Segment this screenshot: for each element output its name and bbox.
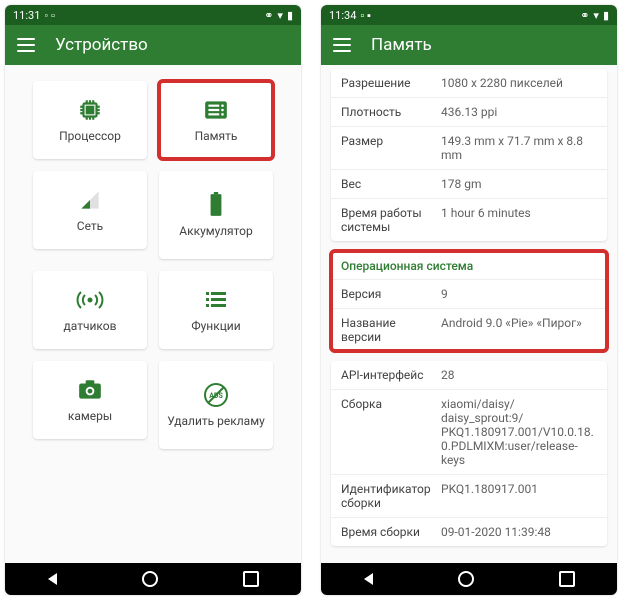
info-row: Сборкаxiaomi/daisy/ daisy_sprout:9/ PKQ1… (331, 389, 607, 474)
status-notif-icon: ▫ ▪ (360, 9, 371, 22)
menu-icon[interactable] (333, 38, 351, 52)
card-label: датчиков (60, 320, 121, 333)
nav-back-icon[interactable] (364, 573, 373, 585)
section-title: Операционная система (331, 251, 607, 279)
card-label: Сеть (73, 220, 107, 233)
card-noads[interactable]: ADS Удалить рекламу (159, 361, 273, 449)
nav-back-icon[interactable] (48, 573, 57, 585)
card-label: Аккумулятор (175, 225, 256, 238)
card-sensors[interactable]: датчиков (33, 271, 147, 349)
card-label: камеры (64, 410, 116, 423)
info-row: API-интерфейс 28 (331, 361, 607, 389)
content-area: Процессор Память Сеть Аккумулятор датчиков Фу… (5, 65, 301, 563)
os-extra-section: API-интерфейс 28 Сборкаxiaomi/daisy/ daisy… (331, 361, 607, 546)
row-key: API-интерфейс (341, 368, 433, 382)
card-functions[interactable]: Функции (159, 271, 273, 349)
memory-icon (202, 96, 230, 124)
status-time: 11:34 (329, 9, 356, 22)
nav-recent-icon[interactable] (243, 571, 259, 587)
svg-text:ADS: ADS (209, 392, 223, 400)
info-row: Вес 178 gm (331, 169, 607, 198)
list-icon (202, 286, 230, 314)
camera-icon (76, 376, 104, 404)
card-cpu[interactable]: Процессор (33, 81, 147, 159)
page-title: Устройство (55, 35, 148, 55)
row-value: Android 9.0 «Pie» «Пирог» (441, 316, 597, 344)
card-memory[interactable]: Память (159, 81, 273, 159)
row-key: Время работы системы (341, 206, 433, 234)
status-bar: 11:31 ◦ ▫ ⚭ ▾ ▮ (5, 5, 301, 25)
battery-icon: ▮ (603, 9, 609, 22)
status-bar: 11:34 ▫ ▪ ⚭ ▾ ▮ (321, 5, 617, 25)
row-key: Время сборки (341, 525, 433, 539)
os-section: Операционная система Версия 9 Название верс… (331, 251, 607, 351)
info-row: Размер 149.3 mm x 71.7 mm x 8.8 mm (331, 126, 607, 169)
card-label: Функции (187, 320, 244, 333)
menu-icon[interactable] (17, 38, 35, 52)
battery-icon (202, 191, 230, 219)
row-key: Сборка (341, 397, 433, 467)
sensor-icon (76, 286, 104, 314)
row-value: 1 hour 6 minutes (441, 206, 597, 234)
card-network[interactable]: Сеть (33, 171, 147, 249)
row-key: Вес (341, 177, 433, 191)
row-value: 9 (441, 287, 597, 301)
nav-recent-icon[interactable] (559, 571, 575, 587)
card-battery[interactable]: Аккумулятор (159, 171, 273, 259)
status-time: 11:31 (13, 9, 40, 22)
content-area: Разрешение 1080 x 2280 пикселей Плотность 4… (321, 65, 617, 563)
app-bar: Память (321, 25, 617, 65)
row-key: Название версии (341, 316, 433, 344)
category-grid: Процессор Память Сеть Аккумулятор датчиков Фу… (5, 65, 301, 465)
info-row: Время работы системы 1 hour 6 minutes (331, 198, 607, 241)
info-row: Время сборки 09-01-2020 11:39:48 (331, 517, 607, 546)
nav-bar (321, 563, 617, 595)
card-cameras[interactable]: камеры (33, 361, 147, 439)
status-notif-icon: ◦ ▫ (44, 9, 55, 22)
row-value: 09-01-2020 11:39:48 (441, 525, 597, 539)
row-key: Разрешение (341, 76, 433, 90)
info-row: Название версии Android 9.0 «Pie» «Пирог» (331, 308, 607, 351)
row-key: Размер (341, 134, 433, 162)
wifi-icon: ▾ (277, 9, 283, 22)
card-label: Удалить рекламу (163, 415, 269, 428)
device-screen-right: 11:34 ▫ ▪ ⚭ ▾ ▮ Память Разрешение 1080 x … (321, 5, 617, 595)
display-section: Разрешение 1080 x 2280 пикселей Плотность 4… (331, 69, 607, 241)
device-screen-left: 11:31 ◦ ▫ ⚭ ▾ ▮ Устройство Процессор Памя… (5, 5, 301, 595)
nav-home-icon[interactable] (458, 571, 474, 587)
card-label: Память (191, 130, 242, 143)
scroll-view[interactable]: Разрешение 1080 x 2280 пикселей Плотность 4… (321, 65, 617, 563)
row-value: xiaomi/daisy/ daisy_sprout:9/ PKQ1.18091… (441, 397, 597, 467)
row-key: Идентификатор сборки (341, 482, 433, 510)
info-row: Разрешение 1080 x 2280 пикселей (331, 69, 607, 97)
link-icon: ⚭ (580, 9, 589, 22)
noads-icon: ADS (202, 381, 230, 409)
card-label: Процессор (55, 130, 125, 143)
info-row: Плотность 436.13 ppi (331, 97, 607, 126)
info-row: Версия 9 (331, 279, 607, 308)
wifi-icon: ▾ (593, 9, 599, 22)
link-icon: ⚭ (264, 9, 273, 22)
row-value: 436.13 ppi (441, 105, 597, 119)
row-value: 149.3 mm x 71.7 mm x 8.8 mm (441, 134, 597, 162)
row-value: 178 gm (441, 177, 597, 191)
signal-icon (76, 186, 104, 214)
row-key: Версия (341, 287, 433, 301)
nav-bar (5, 563, 301, 595)
info-row: Идентификатор сборки PKQ1.180917.001 (331, 474, 607, 517)
battery-icon: ▮ (287, 9, 293, 22)
row-value: 28 (441, 368, 597, 382)
row-key: Плотность (341, 105, 433, 119)
cpu-icon (76, 96, 104, 124)
app-bar: Устройство (5, 25, 301, 65)
page-title: Память (371, 35, 432, 55)
row-value: 1080 x 2280 пикселей (441, 76, 597, 90)
row-value: PKQ1.180917.001 (441, 482, 597, 510)
nav-home-icon[interactable] (142, 571, 158, 587)
